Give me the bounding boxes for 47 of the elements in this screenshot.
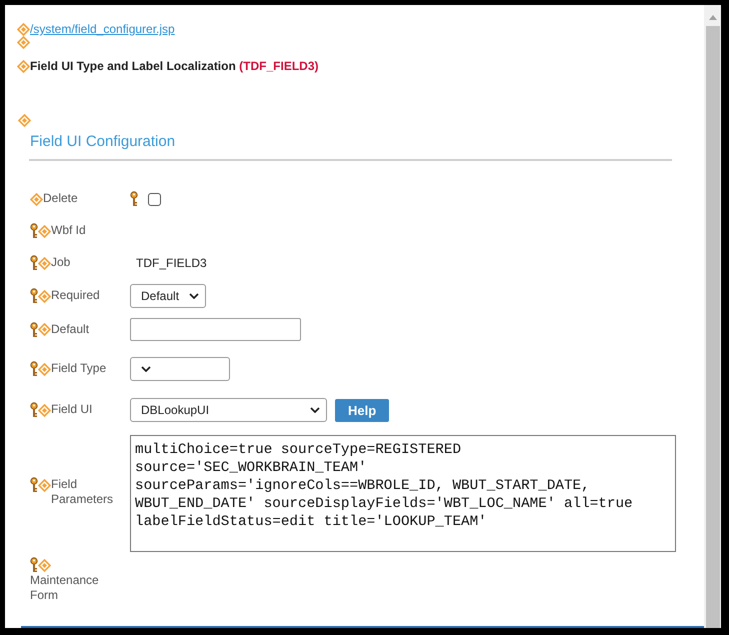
key-icon bbox=[130, 191, 138, 208]
diamond-icon bbox=[18, 114, 31, 128]
diamond-icon bbox=[38, 224, 51, 238]
diamond-icon bbox=[38, 362, 51, 376]
key-icon bbox=[30, 477, 38, 494]
scrollbar-thumb[interactable] bbox=[706, 26, 720, 628]
diamond-icon bbox=[38, 404, 51, 417]
key-icon bbox=[30, 322, 38, 338]
diamond-icon bbox=[38, 290, 51, 303]
help-button[interactable]: Help bbox=[335, 398, 390, 422]
field-label: Field Type bbox=[51, 361, 106, 376]
key-icon bbox=[30, 288, 38, 304]
dropdown[interactable] bbox=[130, 357, 230, 382]
page-link[interactable]: /system/field_configurer.jsp bbox=[30, 22, 175, 36]
diamond-icon bbox=[38, 478, 51, 492]
key-icon bbox=[30, 255, 38, 272]
field-label: Field Parameters bbox=[51, 477, 114, 508]
diamond-icon bbox=[38, 256, 51, 270]
field-label: Wbf Id bbox=[51, 223, 86, 238]
dropdown[interactable]: DBLookupUI bbox=[130, 398, 327, 422]
field-value: TDF_FIELD3 bbox=[136, 256, 207, 270]
field-label: Job bbox=[51, 255, 70, 270]
diamond-icon bbox=[38, 323, 51, 336]
key-icon bbox=[30, 223, 38, 240]
page-title: Field UI Type and Label Localization (TDF_FIELD3) bbox=[30, 59, 318, 73]
key-icon bbox=[30, 557, 38, 574]
key-icon bbox=[30, 361, 38, 378]
scroll-up-icon[interactable] bbox=[708, 15, 716, 20]
caret-icon bbox=[189, 293, 199, 300]
dropdown[interactable]: Default bbox=[130, 284, 206, 308]
key-icon bbox=[30, 402, 38, 418]
field-label: Delete bbox=[43, 191, 78, 206]
text-area[interactable]: multiChoice=true sourceType=REGISTERED source='SEC_WORKBRAIN_TEAM' sourceParams='ignoreCols==WBROLE_ID, WBUT_START_DATE, WBUT_END_DATE' sourceDisplayFields='WBT_LOC_NAME' all=true labelFieldStatus=edit title='LOOKUP_TEAM' bbox=[130, 434, 676, 552]
caret-icon bbox=[310, 407, 320, 414]
field-label: Field UI bbox=[51, 402, 92, 418]
diamond-icon bbox=[17, 60, 30, 72]
diamond-icon bbox=[30, 192, 43, 206]
checkbox[interactable] bbox=[148, 192, 161, 206]
caret-icon bbox=[141, 366, 151, 372]
input-field[interactable] bbox=[130, 318, 301, 342]
field-label: Default bbox=[51, 322, 90, 337]
diamond-icon bbox=[38, 558, 51, 572]
diamond-icon bbox=[17, 36, 30, 49]
diamond-icon bbox=[17, 22, 30, 36]
field-label: Maintenance Form bbox=[30, 573, 100, 604]
section-title: Field UI Configuration bbox=[30, 133, 176, 150]
field-label: Required bbox=[51, 288, 100, 304]
